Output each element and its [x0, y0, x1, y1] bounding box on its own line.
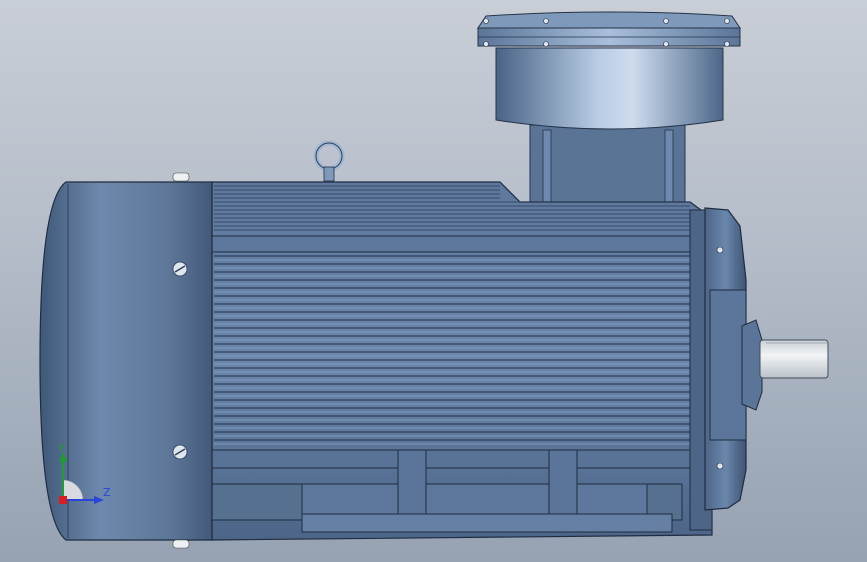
drive-end-shield [704, 207, 763, 511]
motor-model[interactable] [0, 0, 867, 562]
triad-z-label: Z [103, 486, 111, 499]
triad-y-label: Y [58, 442, 65, 455]
lifting-eye [313, 140, 345, 182]
cad-viewport[interactable]: Y Z [0, 0, 867, 562]
terminal-box [477, 11, 741, 206]
output-shaft [759, 339, 829, 379]
motor-body [211, 181, 713, 541]
